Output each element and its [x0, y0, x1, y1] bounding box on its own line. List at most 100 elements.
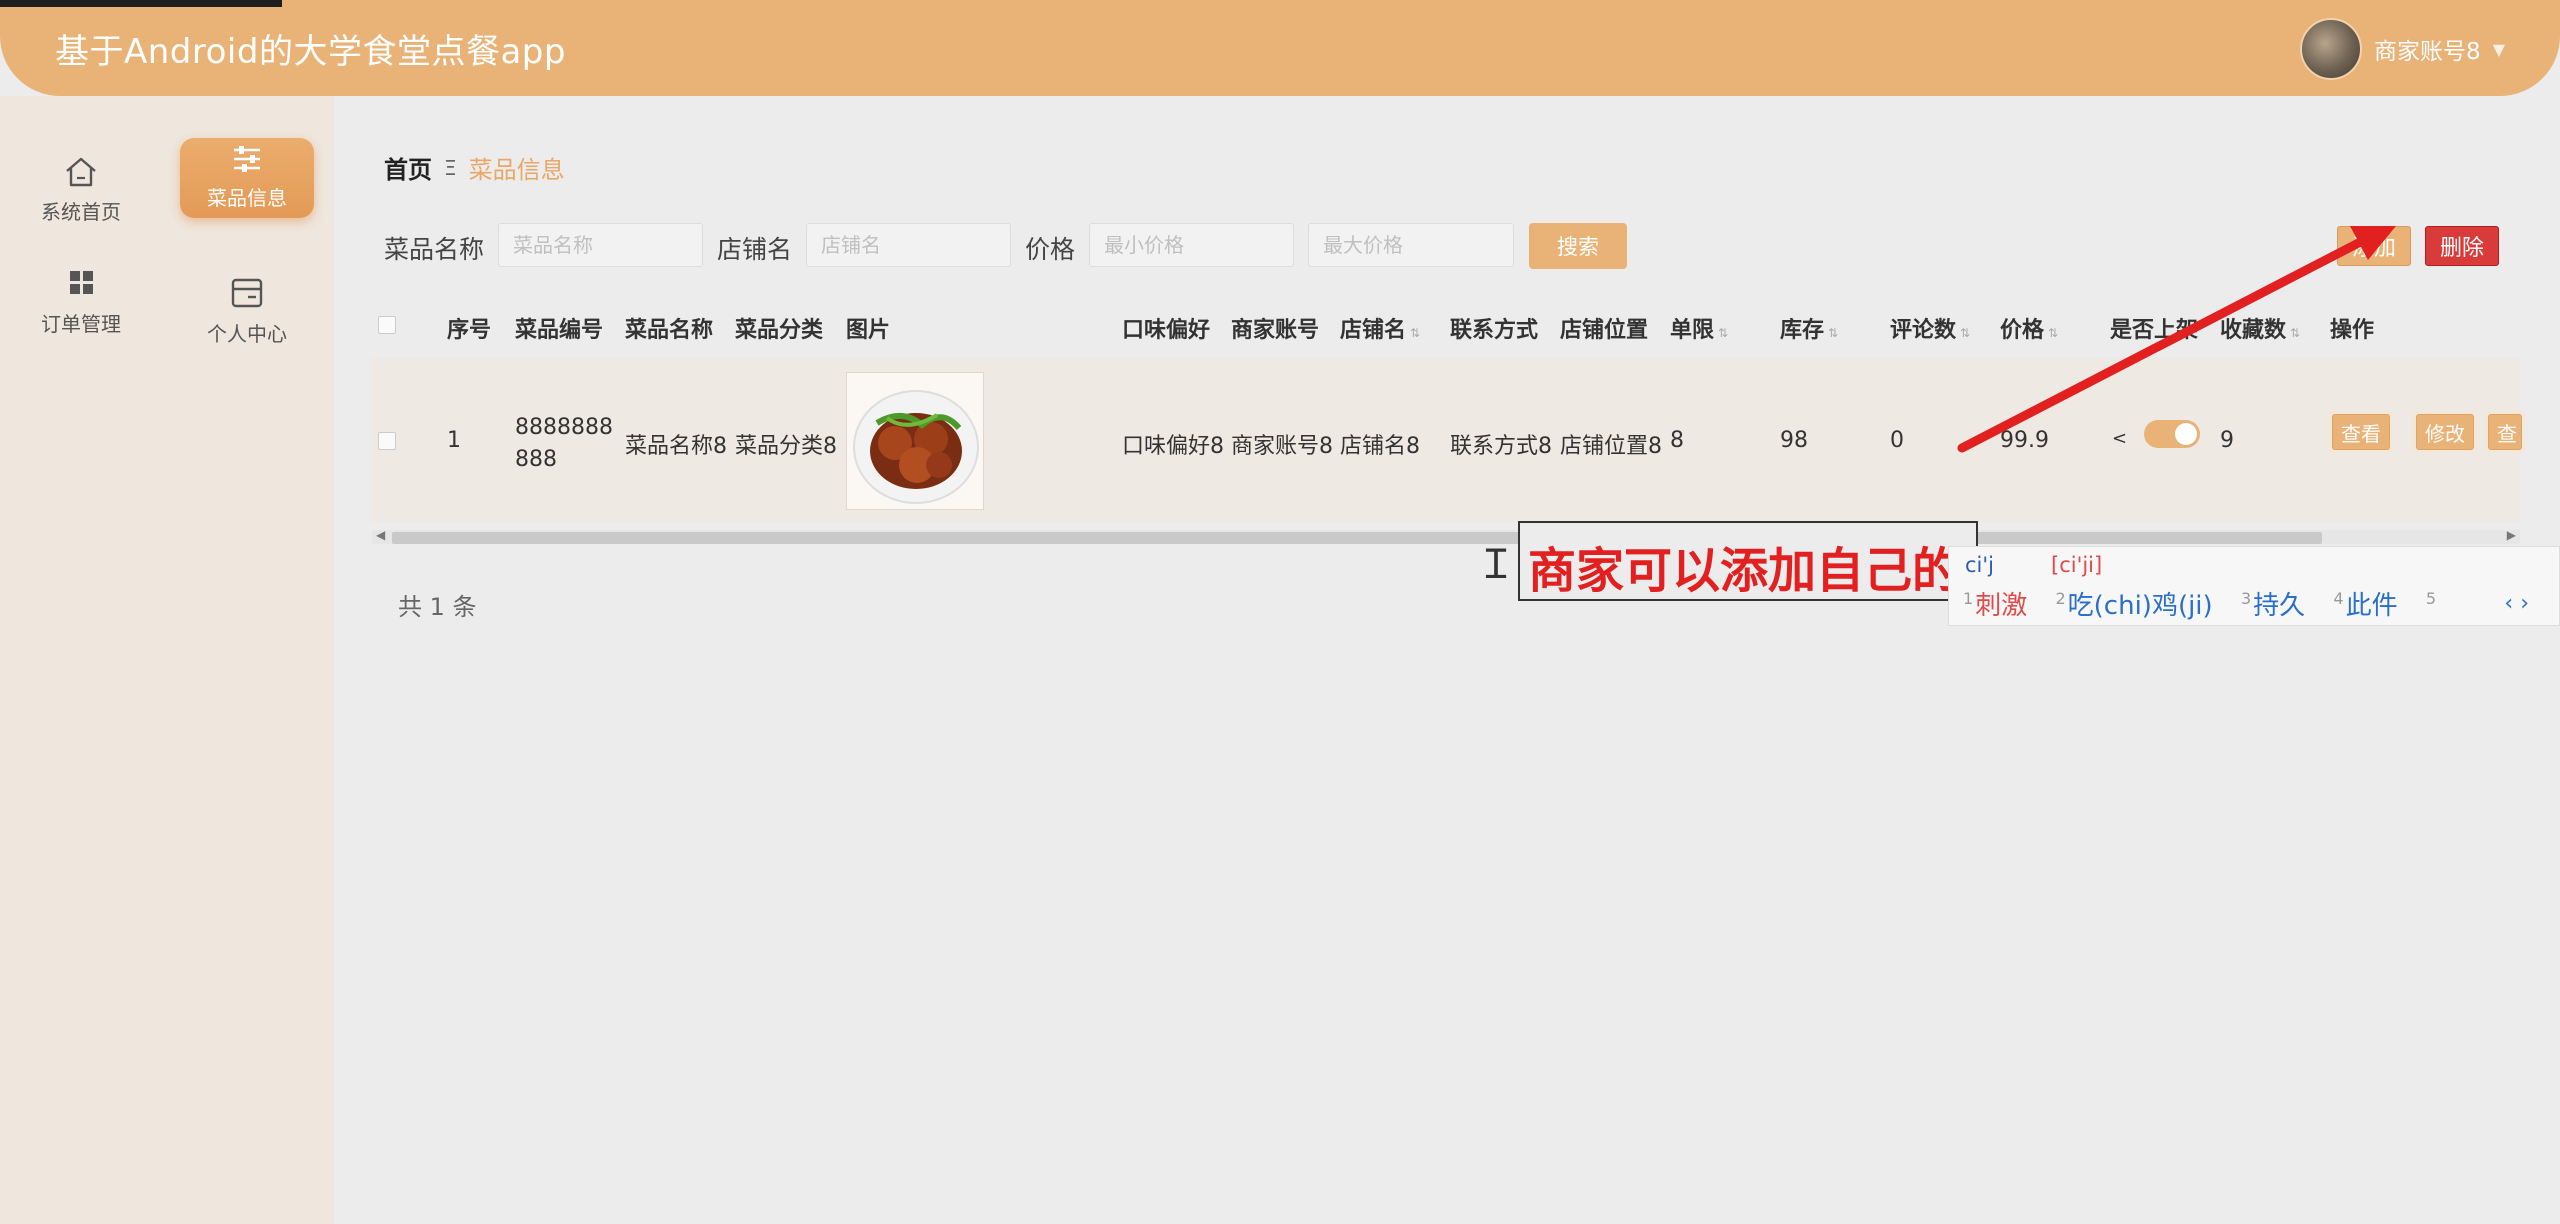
add-button[interactable]: 添加 [2337, 226, 2411, 266]
avatar[interactable] [2300, 18, 2363, 80]
col-image: 图片 [846, 318, 891, 343]
delete-button[interactable]: 删除 [2425, 226, 2499, 266]
min-price-input[interactable] [1089, 223, 1294, 267]
dish-table: 序号 菜品编号 菜品名称 菜品分类 图片 口味偏好 商家账号 店铺名 ⇅ 联系方式… [372, 290, 2522, 545]
sidebar-item-dishes[interactable]: 菜品信息 [180, 138, 314, 218]
ime-candidate-number: 4 [2333, 589, 2344, 609]
toggle-knob [2175, 423, 2197, 445]
select-all-checkbox[interactable] [378, 316, 396, 334]
ime-candidate[interactable]: 此件 [2346, 591, 2398, 621]
search-button[interactable]: 搜索 [1529, 223, 1627, 269]
breadcrumb-home[interactable]: 首页 [384, 150, 432, 185]
scrollbar-thumb[interactable] [392, 532, 2322, 544]
max-price-input[interactable] [1308, 223, 1514, 267]
cell-contact: 联系方式8 [1450, 434, 1552, 459]
cell-shop: 店铺名8 [1340, 434, 1420, 459]
row-checkbox[interactable] [378, 432, 396, 450]
breadcrumb: 首页 Ξ 菜品信息 [384, 150, 565, 185]
user-menu[interactable]: 商家账号8 ▼ [2300, 18, 2505, 80]
ime-candidate-number: 5 [2425, 589, 2437, 609]
sort-icon[interactable]: ⇅ [1960, 326, 1970, 340]
col-comments[interactable]: 评论数 ⇅ [1890, 312, 1970, 344]
shop-name-input[interactable] [806, 223, 1011, 267]
col-stock[interactable]: 库存 ⇅ [1780, 312, 1838, 344]
col-name[interactable]: 菜品名称 [625, 312, 713, 344]
breadcrumb-separator: Ξ [444, 155, 457, 180]
share-icon[interactable]: < [2112, 428, 2127, 449]
cell-comments: 0 [1890, 428, 1904, 453]
cell-stock: 98 [1780, 428, 1808, 453]
view-button[interactable]: 查看 [2332, 414, 2390, 450]
ime-candidates: 1刺激 2吃(chi)鸡(ji) 3持久 4此件 5 [1963, 585, 2458, 622]
col-category[interactable]: 菜品分类 [735, 312, 823, 344]
dish-photo [847, 373, 983, 509]
text-cursor-icon: Ｉ [1476, 542, 1516, 588]
sidebar-item-label: 订单管理 [41, 312, 121, 336]
dish-image[interactable] [846, 372, 984, 510]
col-limit[interactable]: 单限 ⇅ [1670, 312, 1728, 344]
cell-merchant: 商家账号8 [1231, 434, 1333, 459]
top-header: 基于Android的大学食堂点餐app 商家账号8 ▼ [0, 0, 2560, 96]
sidebar-item-label: 系统首页 [41, 200, 121, 224]
sidebar-item-profile[interactable]: 个人中心 [180, 274, 314, 347]
ime-candidate-number: 1 [1963, 589, 1974, 609]
col-favorites[interactable]: 收藏数 ⇅ [2220, 312, 2300, 344]
window-strip [0, 0, 282, 7]
sidebar-item-label: 个人中心 [207, 322, 287, 346]
cell-category: 菜品分类8 [735, 434, 837, 459]
shop-name-label: 店铺名 [717, 235, 793, 264]
price-label: 价格 [1025, 235, 1076, 264]
sort-icon[interactable]: ⇅ [1718, 326, 1728, 340]
table-row: 1 8888888 888 菜品名称8 菜品分类8 口味偏好8 商家账号8 店铺名… [372, 358, 2522, 522]
ime-candidate[interactable]: 吃(chi)鸡(ji) [2068, 591, 2213, 621]
sidebar-item-label: 菜品信息 [207, 186, 287, 210]
col-merchant[interactable]: 商家账号 [1231, 312, 1319, 344]
cell-taste: 口味偏好8 [1122, 434, 1224, 459]
sliders-icon [234, 146, 260, 172]
cell-name: 菜品名称8 [625, 434, 727, 459]
on-sale-toggle[interactable] [2144, 420, 2200, 448]
sidebar-item-orders[interactable]: 订单管理 [14, 266, 148, 337]
dish-name-input[interactable] [498, 223, 703, 267]
cell-favorites: 9 [2220, 428, 2234, 453]
cell-location: 店铺位置8 [1560, 434, 1662, 459]
horizontal-scrollbar[interactable]: ◀ ▶ [372, 528, 2520, 544]
pagination-total: 共 1 条 [398, 593, 477, 621]
grid-icon [70, 271, 93, 294]
sort-icon[interactable]: ⇅ [1828, 326, 1838, 340]
col-contact[interactable]: 联系方式 [1450, 312, 1538, 344]
sort-icon[interactable]: ⇅ [1410, 326, 1420, 340]
home-icon [66, 157, 96, 187]
annotation-textbox[interactable]: 商家可以添加自己的 [1518, 521, 1978, 601]
view-button-clipped[interactable]: 查 [2488, 414, 2522, 450]
edit-button[interactable]: 修改 [2416, 414, 2474, 450]
scroll-right-icon[interactable]: ▶ [2507, 528, 2516, 542]
cell-index: 1 [447, 428, 461, 453]
table-header: 序号 菜品编号 菜品名称 菜品分类 图片 口味偏好 商家账号 店铺名 ⇅ 联系方式… [372, 290, 2520, 358]
app-title: 基于Android的大学食堂点餐app [55, 32, 566, 72]
ime-candidate-window[interactable]: ci'j [ci'ji] 1刺激 2吃(chi)鸡(ji) 3持久 4此件 5 … [1948, 546, 2560, 626]
cell-code: 8888888 888 [515, 415, 613, 472]
sort-icon[interactable]: ⇅ [2290, 326, 2300, 340]
col-on-sale[interactable]: 是否上架 [2110, 312, 2198, 344]
scroll-left-icon[interactable]: ◀ [376, 528, 385, 542]
cell-price: 99.9 [2000, 428, 2049, 453]
cell-limit: 8 [1670, 428, 1684, 453]
col-shop[interactable]: 店铺名 ⇅ [1340, 312, 1420, 344]
ime-candidate[interactable]: 刺激 [1975, 591, 2027, 621]
username[interactable]: 商家账号8 [2374, 32, 2481, 66]
col-price[interactable]: 价格 ⇅ [2000, 312, 2058, 344]
col-taste[interactable]: 口味偏好 [1122, 312, 1210, 344]
ime-candidate-number: 2 [2055, 589, 2066, 609]
col-actions: 操作 [2330, 318, 2375, 343]
sidebar-item-home[interactable]: 系统首页 [14, 150, 148, 229]
chevron-down-icon[interactable]: ▼ [2493, 40, 2505, 59]
ime-pinyin: [ci'ji] [2051, 553, 2103, 577]
ime-pager-icon[interactable]: ‹ › [2504, 591, 2529, 616]
col-location[interactable]: 店铺位置 [1560, 312, 1648, 344]
ime-candidate[interactable]: 持久 [2253, 591, 2305, 621]
col-code[interactable]: 菜品编号 [515, 312, 603, 344]
card-icon [231, 278, 263, 308]
sort-icon[interactable]: ⇅ [2048, 326, 2058, 340]
ime-candidate-number: 3 [2240, 589, 2252, 609]
